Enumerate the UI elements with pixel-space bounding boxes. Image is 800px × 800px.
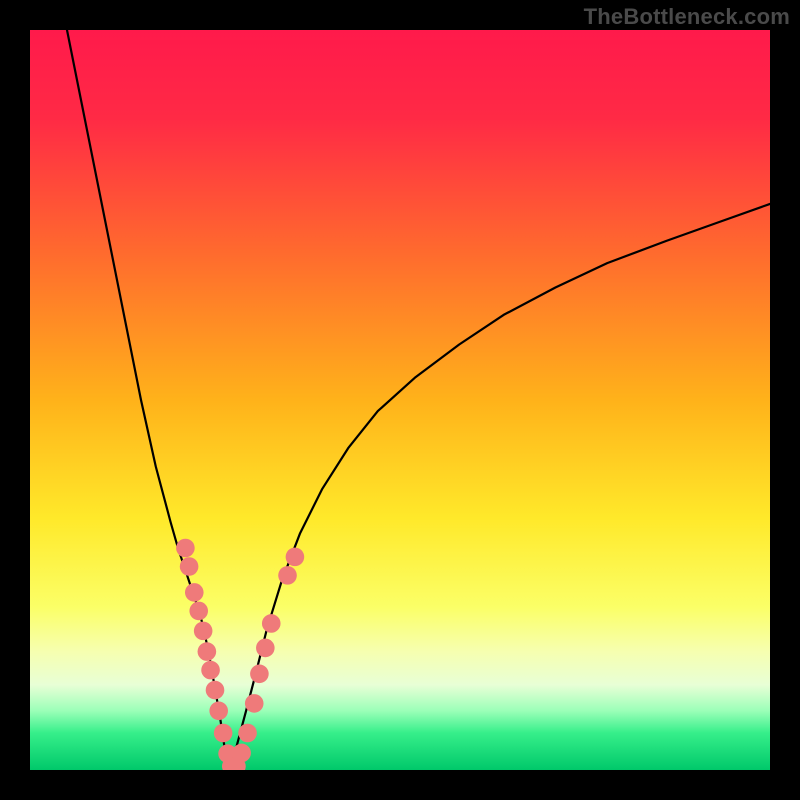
plot-area xyxy=(30,30,770,770)
scatter-dot xyxy=(262,614,281,633)
watermark-text: TheBottleneck.com xyxy=(584,4,790,30)
scatter-dot xyxy=(176,539,195,558)
scatter-dot xyxy=(206,681,225,700)
scatter-dot xyxy=(214,724,233,743)
scatter-dot xyxy=(278,566,297,585)
scatter-dot xyxy=(245,694,264,713)
scatter-dot xyxy=(180,557,199,576)
scatter-dot xyxy=(256,639,275,658)
scatter-dot xyxy=(250,665,269,684)
scatter-dot xyxy=(201,661,220,680)
chart-frame: TheBottleneck.com xyxy=(0,0,800,800)
scatter-dot xyxy=(194,622,213,641)
scatter-dot xyxy=(189,602,208,621)
chart-svg xyxy=(30,30,770,770)
scatter-dot xyxy=(198,642,217,661)
scatter-dot xyxy=(209,702,228,721)
scatter-dot xyxy=(286,548,305,567)
scatter-dot xyxy=(185,583,204,602)
scatter-dot xyxy=(238,724,257,743)
scatter-dot xyxy=(232,744,251,763)
